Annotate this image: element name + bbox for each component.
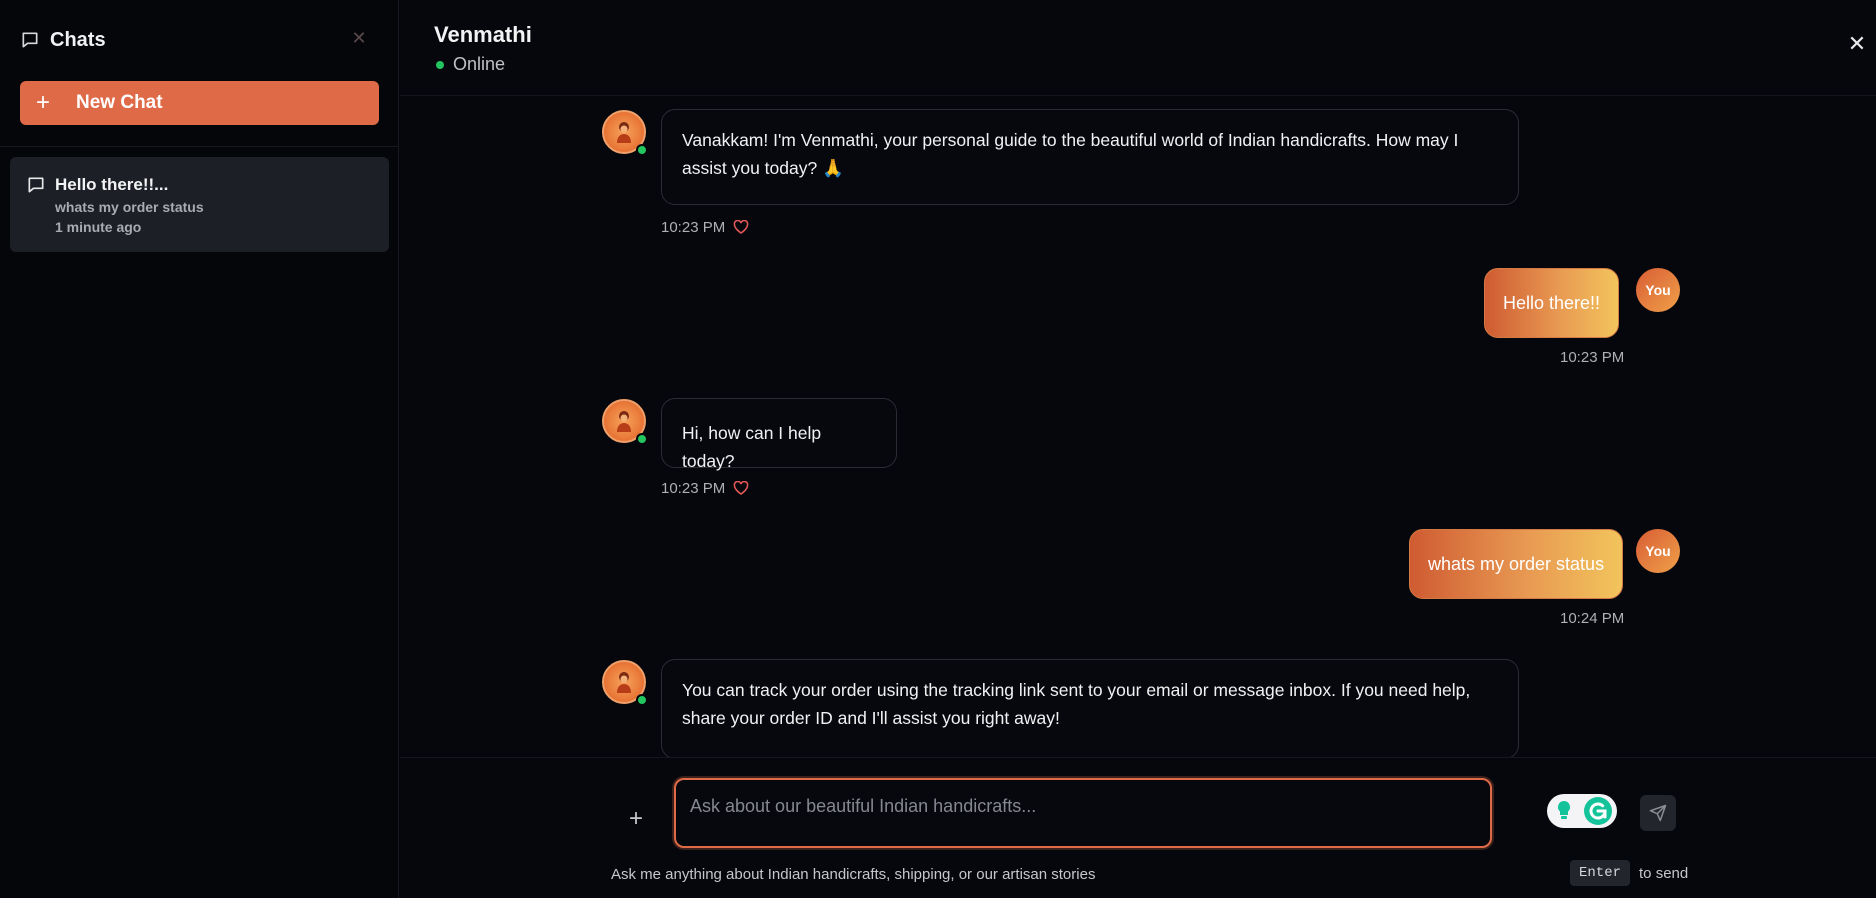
user-message-bubble: whats my order status <box>1409 529 1624 599</box>
message-timestamp: 10:23 PM <box>661 480 726 497</box>
attach-plus-icon[interactable]: + <box>625 807 647 831</box>
chat-header: Venmathi Online ✕ <box>400 0 1876 96</box>
chat-item-title: Hello there!!... <box>55 175 169 194</box>
online-indicator <box>636 144 648 156</box>
status-text: Online <box>453 54 506 74</box>
message-text-line: assist you today? 🙏 <box>682 158 844 178</box>
message-timestamp: 10:24 PM <box>1560 610 1625 627</box>
sidebar-title: Chats <box>50 28 106 51</box>
chat-list-item[interactable]: Hello there!!... whats my order status 1… <box>10 157 389 252</box>
chat-app: Chats ✕ + New Chat Hello there!!... what… <box>0 0 1876 898</box>
bot-avatar <box>602 110 648 156</box>
bot-face-icon <box>617 411 631 432</box>
user-avatar: You <box>1636 529 1680 573</box>
sidebar: Chats ✕ + New Chat Hello there!!... what… <box>0 0 399 898</box>
send-icon <box>1649 804 1667 822</box>
chat-bubble-icon <box>28 177 44 193</box>
new-chat-button[interactable]: + New Chat <box>20 81 379 125</box>
sidebar-divider <box>0 146 399 147</box>
enter-key-badge: Enter <box>1570 860 1631 886</box>
bot-message-bubble: You can track your order using the track… <box>661 659 1519 757</box>
bot-face-icon <box>617 672 631 693</box>
presence-status: Online <box>436 54 505 75</box>
assistant-name: Venmathi <box>434 22 532 47</box>
message-text: whats my order status <box>1428 553 1605 574</box>
online-indicator <box>636 694 648 706</box>
message-text: Hello there!! <box>1503 292 1601 313</box>
new-chat-label: New Chat <box>76 92 163 113</box>
bot-avatar <box>602 660 648 706</box>
grammarly-icon[interactable] <box>1547 792 1617 830</box>
chat-bubble-icon <box>22 32 38 48</box>
enter-hint-text: to send <box>1639 864 1689 882</box>
close-sidebar-icon[interactable]: ✕ <box>349 28 369 48</box>
sidebar-header: Chats <box>20 28 106 52</box>
online-dot-icon <box>436 60 444 69</box>
send-button[interactable] <box>1640 795 1676 831</box>
message-timestamp: 10:23 PM <box>1560 349 1625 366</box>
close-chat-icon[interactable]: ✕ <box>1847 33 1867 55</box>
bot-avatar <box>602 399 648 445</box>
user-avatar: You <box>1636 268 1680 312</box>
message-timestamp: 10:23 PM <box>661 219 726 236</box>
message-input[interactable] <box>690 792 1390 820</box>
bot-message-bubble: Vanakkam! I'm Venmathi, your personal gu… <box>661 109 1519 205</box>
bot-face-icon <box>617 122 631 143</box>
chat-item-time: 1 minute ago <box>55 219 142 235</box>
enter-hint: Enter to send <box>1570 860 1688 886</box>
heart-icon[interactable] <box>733 481 749 495</box>
composer-hint: Ask me anything about Indian handicrafts… <box>611 866 1096 883</box>
message-text-line: share your order ID and I'll assist you … <box>682 708 1060 728</box>
message-input-box <box>674 778 1676 848</box>
plus-icon: + <box>36 89 51 116</box>
user-message-bubble: Hello there!! <box>1484 268 1620 338</box>
message-text-line: Vanakkam! I'm Venmathi, your personal gu… <box>682 130 1459 150</box>
bot-message-bubble: Hi, how can I help today? <box>661 398 897 471</box>
message-list: Vanakkam! I'm Venmathi, your personal gu… <box>400 97 1876 757</box>
message-text-line: You can track your order using the track… <box>682 680 1471 700</box>
composer: + Ask me anything about Indian handicraf… <box>400 757 1876 898</box>
message-text: Hi, how can I help today? <box>682 423 822 471</box>
heart-icon[interactable] <box>733 220 749 234</box>
chat-item-preview: whats my order status <box>55 199 204 215</box>
online-indicator <box>636 433 648 445</box>
